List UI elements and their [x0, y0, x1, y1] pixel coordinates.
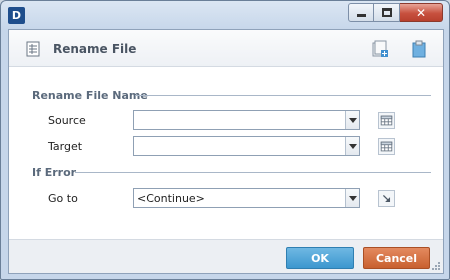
page-title: Rename File: [53, 42, 137, 56]
rename-section-title: Rename File Name: [32, 89, 148, 102]
cancel-button[interactable]: Cancel: [363, 247, 430, 269]
source-table-icon[interactable]: [378, 112, 395, 129]
minimize-button[interactable]: [348, 3, 374, 22]
close-icon: ✕: [415, 5, 427, 20]
dialog-content: Rename File Rename File Name Source Targ…: [8, 29, 444, 274]
close-button[interactable]: ✕: [400, 3, 443, 22]
chevron-down-icon[interactable]: [345, 189, 359, 207]
section-divider: [135, 95, 431, 96]
minimize-icon: [356, 14, 366, 17]
rename-file-icon: [26, 41, 40, 57]
go-to-arrow-icon[interactable]: [378, 190, 395, 207]
error-section-title: If Error: [32, 166, 77, 179]
target-dropdown[interactable]: [133, 136, 360, 156]
dialog-footer: OK Cancel: [9, 239, 443, 273]
goto-label: Go to: [48, 192, 78, 205]
target-table-icon[interactable]: [378, 138, 395, 155]
add-document-icon[interactable]: [371, 40, 389, 58]
maximize-icon: [381, 8, 392, 17]
goto-dropdown[interactable]: <Continue>: [133, 188, 360, 208]
title-bar[interactable]: D ✕: [1, 1, 449, 29]
chevron-down-icon[interactable]: [345, 137, 359, 155]
resize-grip-icon[interactable]: [431, 261, 440, 270]
maximize-button[interactable]: [374, 3, 400, 22]
chevron-down-icon[interactable]: [345, 111, 359, 129]
dialog-window: D ✕ Rename File Rename File Name Source …: [0, 0, 450, 280]
window-controls: ✕: [348, 3, 443, 22]
target-label: Target: [48, 140, 83, 153]
goto-value: <Continue>: [137, 192, 205, 205]
clipboard-icon[interactable]: [410, 40, 428, 58]
source-dropdown[interactable]: [133, 110, 360, 130]
app-icon: D: [8, 7, 25, 24]
section-divider: [75, 172, 431, 173]
source-label: Source: [48, 114, 86, 127]
ok-button[interactable]: OK: [286, 247, 354, 269]
dialog-header: Rename File: [9, 30, 443, 67]
